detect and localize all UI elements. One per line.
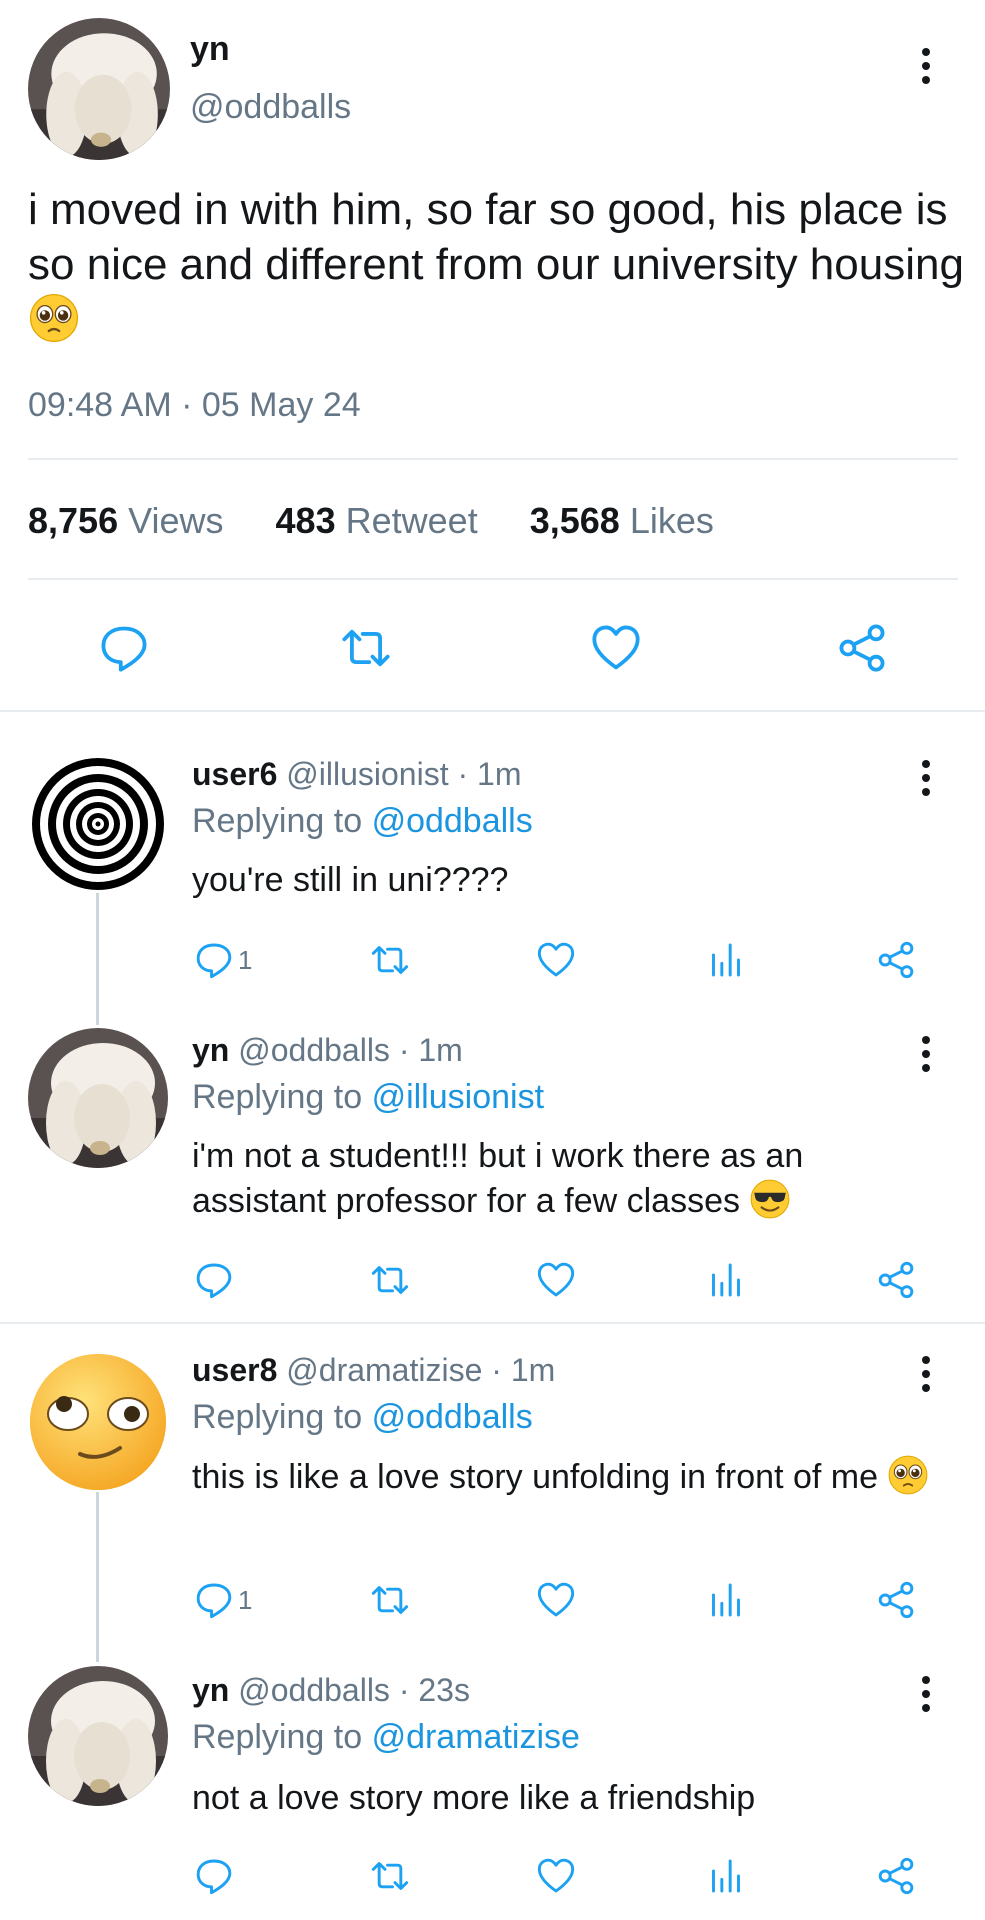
reply-header: yn @oddballs · 1m: [192, 1032, 463, 1069]
avatar[interactable]: [28, 1666, 168, 1806]
replying-to: Replying to @oddballs: [192, 1398, 533, 1437]
reply-header: user6 @illusionist · 1m: [192, 756, 521, 793]
avatar[interactable]: [28, 754, 168, 894]
reply-count: 1: [238, 1584, 253, 1615]
pleading-face-emoji: [28, 297, 80, 346]
sunglasses-face-emoji: [749, 1182, 791, 1220]
handle[interactable]: @oddballs: [238, 1032, 390, 1068]
reply-count: 1: [238, 944, 253, 975]
reply-icon[interactable]: [194, 1856, 238, 1896]
thread-line: [96, 890, 99, 1025]
reply-text: you're still in uni????: [192, 861, 509, 899]
replying-prefix: Replying to: [192, 1398, 363, 1436]
views-stat[interactable]: 8,756 Views: [28, 500, 224, 541]
retweets-label: Retweet: [345, 500, 478, 541]
avatar[interactable]: [28, 1028, 168, 1168]
more-vertical-icon[interactable]: [916, 48, 936, 84]
replying-to-link[interactable]: @oddballs: [372, 802, 533, 840]
reply-text: i'm not a student!!! but i work there as…: [192, 1137, 804, 1220]
divider: [28, 578, 958, 580]
tweet-date: 05 May 24: [201, 386, 361, 424]
share-icon[interactable]: [836, 622, 888, 674]
display-name[interactable]: user8: [192, 1352, 277, 1388]
replying-to: Replying to @dramatizise: [192, 1718, 580, 1757]
retweet-icon[interactable]: [370, 1856, 410, 1896]
analytics-icon[interactable]: [706, 1260, 746, 1300]
analytics-icon[interactable]: [706, 940, 746, 980]
replying-to-link[interactable]: @illusionist: [372, 1078, 544, 1116]
retweets-count: 483: [275, 500, 336, 541]
reply-text-block: this is like a love story unfolding in f…: [192, 1454, 952, 1499]
avatar[interactable]: [28, 1352, 168, 1492]
retweet-icon[interactable]: [370, 1260, 410, 1300]
analytics-icon[interactable]: [706, 1580, 746, 1620]
replying-prefix: Replying to: [192, 1718, 363, 1756]
reply-age: · 1m: [457, 756, 522, 792]
share-icon[interactable]: [876, 1260, 916, 1300]
reply-icon[interactable]: 1: [194, 1580, 252, 1620]
pleading-face-emoji: [887, 1458, 929, 1496]
tweet-text-body: i moved in with him, so far so good, his…: [28, 185, 964, 289]
retweets-stat[interactable]: 483 Retweet: [276, 500, 478, 541]
share-icon[interactable]: [876, 1856, 916, 1896]
display-name[interactable]: user6: [192, 756, 277, 792]
reply-header: yn @oddballs · 23s: [192, 1672, 470, 1709]
handle[interactable]: @oddballs: [238, 1672, 390, 1708]
reply-text: not a love story more like a friendship: [192, 1779, 756, 1817]
reply-icon[interactable]: [194, 1260, 238, 1300]
tweet-timestamp[interactable]: 09:48 AM · 05 May 24: [28, 386, 361, 425]
reply-icon[interactable]: [98, 622, 150, 674]
divider: [28, 458, 958, 460]
display-name[interactable]: yn: [190, 30, 230, 69]
like-icon[interactable]: [536, 1580, 576, 1620]
replying-to: Replying to @illusionist: [192, 1078, 544, 1117]
replying-prefix: Replying to: [192, 1078, 363, 1116]
reply-header: user8 @dramatizise · 1m: [192, 1352, 555, 1389]
share-icon[interactable]: [876, 1580, 916, 1620]
likes-count: 3,568: [529, 500, 620, 541]
replying-prefix: Replying to: [192, 802, 363, 840]
reply-age: · 23s: [398, 1672, 470, 1708]
likes-label: Likes: [629, 500, 714, 541]
like-icon[interactable]: [536, 1856, 576, 1896]
views-count: 8,756: [28, 500, 119, 541]
replying-to-link[interactable]: @oddballs: [372, 1398, 533, 1436]
thread-line: [96, 1492, 99, 1662]
tweet-time: 09:48 AM: [28, 386, 172, 424]
handle[interactable]: @oddballs: [190, 88, 351, 127]
like-icon[interactable]: [536, 1260, 576, 1300]
display-name[interactable]: yn: [192, 1672, 229, 1708]
more-vertical-icon[interactable]: [916, 1676, 936, 1712]
like-icon[interactable]: [590, 622, 642, 674]
timestamp-separator: ·: [181, 386, 193, 424]
more-vertical-icon[interactable]: [916, 1356, 936, 1392]
tweet-stats: 8,756 Views 483 Retweet 3,568 Likes: [28, 500, 714, 542]
analytics-icon[interactable]: [706, 1856, 746, 1896]
more-vertical-icon[interactable]: [916, 760, 936, 796]
section-divider: [0, 1322, 985, 1324]
avatar[interactable]: [28, 18, 170, 160]
handle[interactable]: @dramatizise: [286, 1352, 482, 1388]
views-label: Views: [128, 500, 224, 541]
retweet-icon[interactable]: [370, 1580, 410, 1620]
reply-text: this is like a love story unfolding in f…: [192, 1458, 878, 1496]
share-icon[interactable]: [876, 940, 916, 980]
retweet-icon[interactable]: [370, 940, 410, 980]
handle[interactable]: @illusionist: [286, 756, 448, 792]
section-divider: [0, 710, 985, 712]
replying-to-link[interactable]: @dramatizise: [372, 1718, 580, 1756]
more-vertical-icon[interactable]: [916, 1036, 936, 1072]
likes-stat[interactable]: 3,568 Likes: [530, 500, 714, 541]
tweet-text: i moved in with him, so far so good, his…: [28, 182, 968, 349]
reply-age: · 1m: [398, 1032, 463, 1068]
like-icon[interactable]: [536, 940, 576, 980]
replying-to: Replying to @oddballs: [192, 802, 533, 841]
reply-icon[interactable]: 1: [194, 940, 252, 980]
reply-text-block: i'm not a student!!! but i work there as…: [192, 1134, 892, 1223]
display-name[interactable]: yn: [192, 1032, 229, 1068]
reply-age: · 1m: [491, 1352, 556, 1388]
retweet-icon[interactable]: [340, 622, 392, 674]
